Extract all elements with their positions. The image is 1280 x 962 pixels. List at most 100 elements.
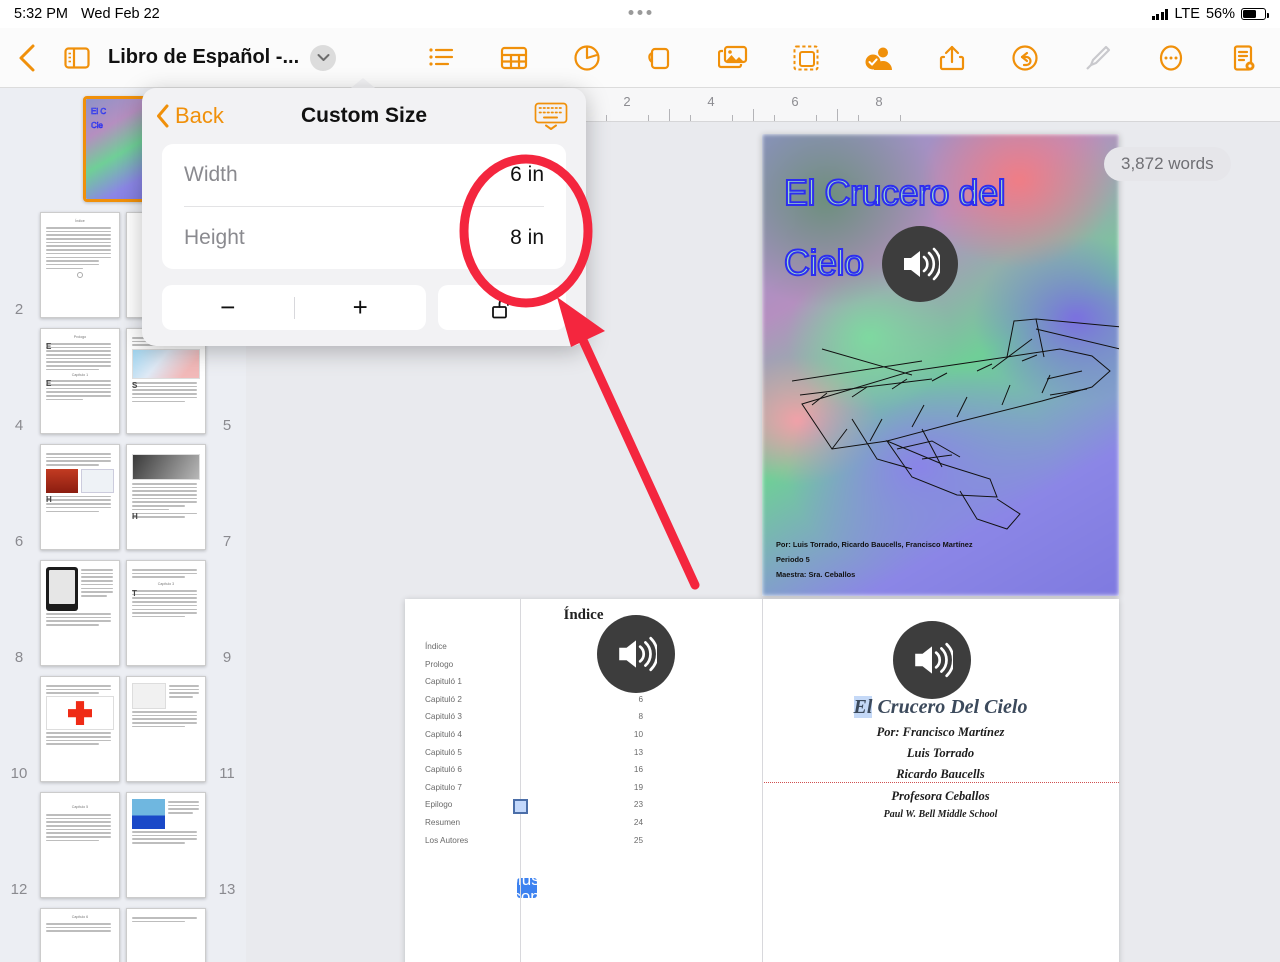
audio-play-button-page2[interactable] [893, 621, 971, 699]
selection-guide-line [520, 599, 521, 962]
page-number-label: 13 [218, 881, 236, 898]
popover-back-label: Back [175, 103, 224, 128]
ruler-tick-label: 8 [875, 94, 883, 109]
decrease-button[interactable]: − [162, 292, 294, 323]
multitask-handle[interactable] [628, 10, 652, 15]
page-number-label: 8 [14, 649, 24, 666]
toc-row[interactable]: Resumen 24 [425, 818, 643, 827]
document-options-icon[interactable] [1207, 44, 1280, 72]
height-value[interactable]: 8 in [510, 226, 544, 250]
table-icon[interactable] [477, 45, 550, 71]
toc-label: Índice [425, 642, 447, 651]
toc-row[interactable]: Los Autores 25 [425, 836, 643, 845]
audio-play-button-cover[interactable] [882, 226, 958, 302]
toc-label: Los Autores [425, 835, 469, 845]
author-line: Luis Torrado [906, 746, 975, 760]
credit-line: Maestra: Sra. Ceballos [776, 570, 856, 579]
chart-icon[interactable] [550, 44, 623, 72]
audio-play-button-page1[interactable] [597, 615, 675, 693]
toc-label: Capituló 4 [425, 729, 462, 739]
media-icon[interactable] [696, 45, 769, 71]
toc-row[interactable]: Epilogo 23 [425, 800, 643, 809]
toc-label: Prologo [425, 659, 454, 669]
page-number-label: 6 [14, 533, 24, 550]
thumbnail-page-14[interactable]: Capítulo 6 [40, 908, 120, 962]
list-icon[interactable] [404, 45, 477, 71]
thumbnail-page-2[interactable]: Índice [40, 212, 120, 318]
keyboard-dismiss-icon[interactable] [534, 102, 568, 135]
object-selection-handle[interactable] [513, 799, 528, 814]
page-number-label: 9 [222, 649, 232, 666]
thumbnail-page-13[interactable] [126, 792, 206, 898]
sidebar-toggle-button[interactable] [54, 46, 100, 70]
document-page-cover[interactable]: El Crucero del Cielo Por: Luis Torrado, … [762, 134, 1119, 596]
textbox-icon[interactable] [769, 44, 842, 72]
share-icon[interactable] [915, 44, 988, 72]
author-line: Por: Francisco Martínez [876, 725, 1005, 739]
toc-page: 25 [633, 835, 643, 845]
cover-credits[interactable]: Por: Luis Torrado, Ricardo Baucells, Fra… [776, 537, 973, 582]
toc-row[interactable]: Capitulo 7 19 [425, 783, 643, 792]
document-page-2[interactable]: El Crucero Del Cielo Por: Francisco Mart… [762, 599, 1119, 962]
app-toolbar: Libro de Español -... [0, 28, 1280, 88]
toc-page: 6 [638, 694, 643, 704]
school-line: Paul W. Bell Middle School [883, 809, 998, 820]
popover-back-button[interactable]: Back [156, 103, 224, 129]
toc-label: Resumen [425, 817, 461, 827]
toc-page: 19 [633, 782, 643, 792]
undo-icon[interactable] [988, 44, 1061, 72]
size-stepper[interactable]: − + [162, 285, 426, 330]
document-title[interactable]: Libro de Español -... [108, 46, 299, 69]
status-time: 5:32 PM [14, 6, 68, 22]
ruler-tick-label: 4 [707, 94, 715, 109]
toc-row[interactable]: Capituló 2 6 [425, 695, 643, 704]
credit-line: Periodo 5 [776, 555, 810, 564]
toc-page: 10 [633, 729, 643, 739]
thumbnail-page-11[interactable] [126, 676, 206, 782]
toc-row[interactable]: Capituló 4 10 [425, 730, 643, 739]
toc-page: 24 [633, 817, 643, 827]
document-page-spread[interactable]: Índice Índice2 Prologo3 Capituló 14 Capi… [405, 599, 1119, 962]
credit-line: Por: Luis Torrado, Ricardo Baucells, Fra… [776, 540, 973, 549]
unlock-icon [492, 297, 509, 318]
thumbnail-page-9[interactable]: Capítulo 3 T [126, 560, 206, 666]
signal-bars-icon [1151, 8, 1169, 20]
toc-row[interactable]: Capituló 3 8 [425, 712, 643, 721]
status-network: LTE [1174, 6, 1200, 22]
collaborate-icon[interactable] [842, 44, 915, 72]
width-label: Width [184, 163, 238, 186]
popover-title: Custom Size [300, 104, 428, 127]
thumbnail-page-4[interactable]: Prologo E Capítulo 1 E [40, 328, 120, 434]
toc-label: Capituló 1 [425, 677, 462, 687]
popover-footer: − + [162, 285, 566, 330]
toc-row[interactable]: Capituló 5 13 [425, 748, 643, 757]
thumbnail-page-10[interactable] [40, 676, 120, 782]
toc-page: 13 [633, 747, 643, 757]
word-count-badge[interactable]: 3,872 words [1104, 147, 1231, 181]
toc-label: Capituló 6 [425, 765, 462, 775]
more-icon[interactable] [1134, 44, 1207, 72]
custom-size-popover[interactable]: Back Custom Size Width 6 in Height 8 in … [142, 88, 586, 346]
toc-page: 16 [633, 765, 643, 775]
popover-header: Back Custom Size [142, 88, 586, 144]
thumbnail-page-12[interactable]: Capítulo 5 [40, 792, 120, 898]
back-button[interactable] [0, 43, 54, 73]
chevron-left-icon [157, 104, 169, 128]
toc-row[interactable]: Capituló 6 16 [425, 765, 643, 774]
shape-icon[interactable] [623, 44, 696, 72]
thumbnail-page-8[interactable] [40, 560, 120, 666]
ruler-tick-label: 2 [623, 94, 631, 109]
width-field-row[interactable]: Width 6 in [162, 144, 566, 206]
chevron-down-icon[interactable] [310, 44, 337, 71]
thumbnail-page-6[interactable]: H [40, 444, 120, 550]
format-brush-icon[interactable] [1061, 44, 1134, 72]
page2-title[interactable]: El Crucero Del Cielo [762, 696, 1119, 719]
thumbnail-page-15[interactable] [126, 908, 206, 962]
width-value[interactable]: 6 in [510, 163, 544, 187]
height-field-row[interactable]: Height 8 in [162, 207, 566, 269]
toc-heading[interactable]: Índice [405, 607, 762, 624]
aspect-ratio-lock-button[interactable] [438, 285, 566, 330]
increase-button[interactable]: + [295, 292, 427, 323]
page-number-label: 7 [222, 533, 232, 550]
thumbnail-page-7[interactable]: H [126, 444, 206, 550]
